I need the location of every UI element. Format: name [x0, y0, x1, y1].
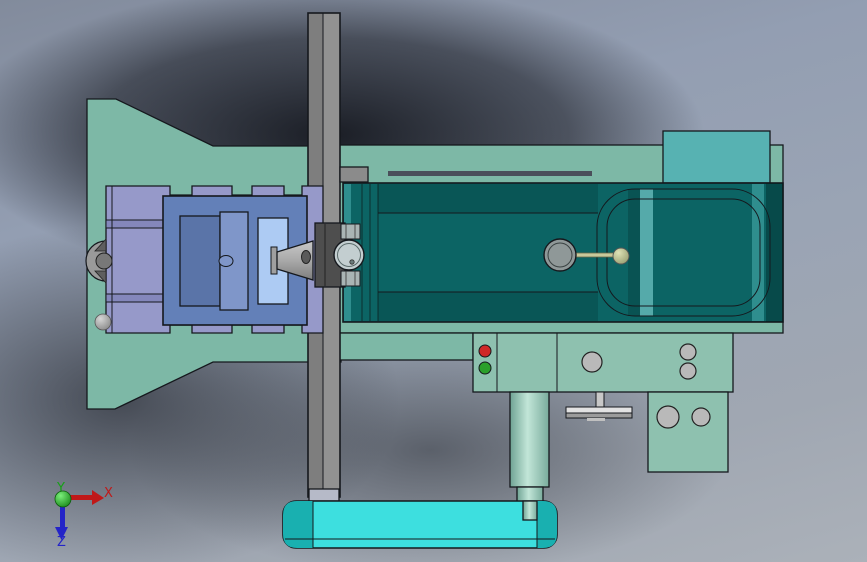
- bolt-hole: [581, 351, 603, 373]
- motor-shade-bottom: [378, 292, 598, 321]
- housing-rail: [388, 171, 592, 176]
- z-axis-label: Z: [57, 535, 66, 550]
- clamp-nut-top: [340, 223, 361, 240]
- lever-hub[interactable]: [543, 238, 577, 272]
- top-teal-block[interactable]: [662, 130, 771, 184]
- lever-ball[interactable]: [612, 247, 630, 265]
- bolt-hole: [679, 362, 697, 380]
- x-axis-arrowhead: [92, 490, 104, 505]
- arbor-hole: [301, 250, 311, 264]
- quill-tip: [522, 500, 538, 521]
- vise-jaw-left[interactable]: [179, 215, 221, 307]
- clamp-nut-bottom: [340, 270, 361, 287]
- base-left-cap: [283, 501, 313, 548]
- base-right-cap: [537, 501, 557, 548]
- coordinate-triad: Y X Z: [54, 481, 113, 550]
- disc-hub: [587, 418, 605, 421]
- vise-screw-boss: [218, 255, 234, 267]
- bracket-main[interactable]: [472, 332, 734, 393]
- spindle-arbor[interactable]: [270, 240, 314, 281]
- x-axis-label: X: [104, 486, 113, 501]
- indicator-green-light[interactable]: [478, 361, 492, 375]
- motor-shade-top: [378, 184, 598, 213]
- hand-disc-rim: [565, 412, 633, 419]
- column-step: [339, 166, 369, 183]
- arbor-tip-flange: [270, 246, 278, 275]
- table-slot: [105, 293, 164, 303]
- hand-disc-top[interactable]: [565, 406, 633, 414]
- spindle-clamp[interactable]: [314, 222, 365, 288]
- bolt-hole: [656, 405, 680, 429]
- feed-knob-hole: [349, 259, 355, 265]
- column-foot: [308, 488, 340, 502]
- feed-knob[interactable]: [333, 239, 365, 271]
- x-axis-arrow: [70, 495, 92, 500]
- bracket-sub-panel[interactable]: [647, 391, 729, 473]
- lever-arm[interactable]: [575, 252, 617, 258]
- endcap-light-band: [640, 189, 653, 316]
- motor-body[interactable]: [342, 182, 784, 323]
- bolt-hole: [679, 343, 697, 361]
- disc-stem: [595, 391, 605, 409]
- cad-viewport: Y X Z: [0, 0, 867, 562]
- bracket-left-extension[interactable]: [337, 332, 474, 361]
- quill-assembly[interactable]: [509, 391, 633, 504]
- handle-knob-sphere: [94, 313, 112, 331]
- origin-sphere: [54, 490, 72, 508]
- machine-base[interactable]: [282, 500, 558, 549]
- base-plate[interactable]: [282, 500, 558, 549]
- endcap-shade: [628, 189, 640, 316]
- bolt-hole: [691, 407, 711, 427]
- endcap-right-edge: [766, 183, 783, 322]
- z-axis-arrow: [60, 505, 65, 527]
- quill-cylinder[interactable]: [509, 391, 550, 488]
- crank-shaft-end: [95, 252, 113, 270]
- machine-assembly: Y X Z: [54, 12, 784, 550]
- indicator-red-light[interactable]: [478, 344, 492, 358]
- table-slot: [105, 219, 164, 229]
